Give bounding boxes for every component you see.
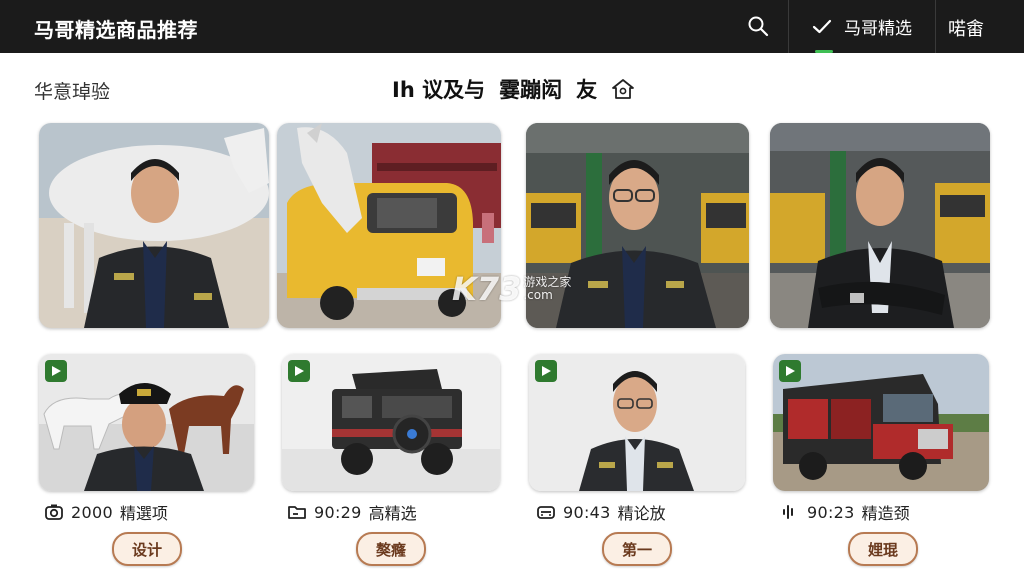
center-heading-part-a: Ih 议及与	[392, 78, 486, 102]
topbar-right-action[interactable]: 喏畬	[948, 15, 984, 41]
search-icon	[748, 16, 769, 37]
section-left-heading: 华意琸验	[34, 81, 111, 103]
card-meta-3: 90:43 精论放	[536, 500, 666, 524]
product-card-red-vehicle[interactable]	[773, 354, 989, 491]
product-card-black-jeep[interactable]	[282, 354, 500, 491]
watermark-logo: K73	[452, 270, 522, 308]
card-action-button[interactable]: 第一	[602, 532, 673, 566]
play-icon[interactable]	[535, 360, 557, 382]
folder-icon	[288, 506, 306, 519]
card-meta-value: 90:29	[314, 502, 362, 522]
photo-man-arms-crossed	[770, 123, 990, 328]
card-meta-4: 90:23 精造颈	[780, 500, 910, 524]
top-bar: 马哥精选商品推荐 马哥精选 喏畬	[0, 0, 1024, 53]
product-card-man-portrait[interactable]	[529, 354, 745, 491]
watermark: K73 游戏之家 .com	[452, 270, 571, 308]
product-card-police-horses[interactable]	[39, 354, 254, 491]
card-meta-1: 2000 精選项	[44, 500, 168, 524]
card-meta-label: 精造颈	[861, 504, 910, 523]
card-meta-2: 90:29 高精选	[287, 500, 417, 524]
play-icon[interactable]	[45, 360, 67, 382]
watermark-text: 游戏之家 .com	[523, 276, 571, 302]
card-meta-label: 精選项	[119, 504, 168, 523]
card-meta-label: 精论放	[617, 504, 666, 523]
center-heading-part-b: 霎蹦闳	[499, 78, 563, 102]
photo-red-utility-vehicle	[773, 354, 989, 491]
photo-officer-with-horses	[39, 354, 254, 491]
card-meta-label: 高精选	[368, 504, 417, 523]
card-action-button[interactable]: 娌琨	[848, 532, 919, 566]
tab-label: 马哥精选	[844, 19, 912, 39]
check-icon	[812, 19, 832, 33]
watermark-line2: .com	[523, 288, 553, 302]
card-action-button[interactable]: 设计	[112, 532, 183, 566]
product-card-man-arms-crossed[interactable]	[770, 123, 990, 328]
photo-black-offroad-vehicle	[282, 354, 500, 491]
card-meta-value: 2000	[71, 502, 113, 522]
home-icon[interactable]	[611, 78, 635, 100]
card-meta-value: 90:23	[807, 502, 855, 522]
car-icon	[537, 506, 555, 519]
camera-icon	[45, 504, 63, 520]
app-title: 马哥精选商品推荐	[34, 18, 198, 42]
tab-active-indicator	[815, 50, 833, 53]
photo-man-white-horse	[39, 123, 269, 328]
photo-man-portrait-studio	[529, 354, 745, 491]
section-center-heading: Ih 议及与 霎蹦闳 友	[392, 74, 635, 104]
tab-mage-select[interactable]: 马哥精选	[789, 0, 935, 53]
audio-icon	[783, 505, 793, 519]
card-meta-value: 90:43	[563, 502, 611, 522]
card-action-button[interactable]: 獒癃	[356, 532, 427, 566]
play-icon[interactable]	[779, 360, 801, 382]
play-icon[interactable]	[288, 360, 310, 382]
search-button[interactable]	[740, 10, 776, 42]
topbar-divider	[935, 0, 936, 53]
center-heading-part-c: 友	[576, 78, 598, 102]
product-card-man-white-horse[interactable]	[39, 123, 269, 328]
